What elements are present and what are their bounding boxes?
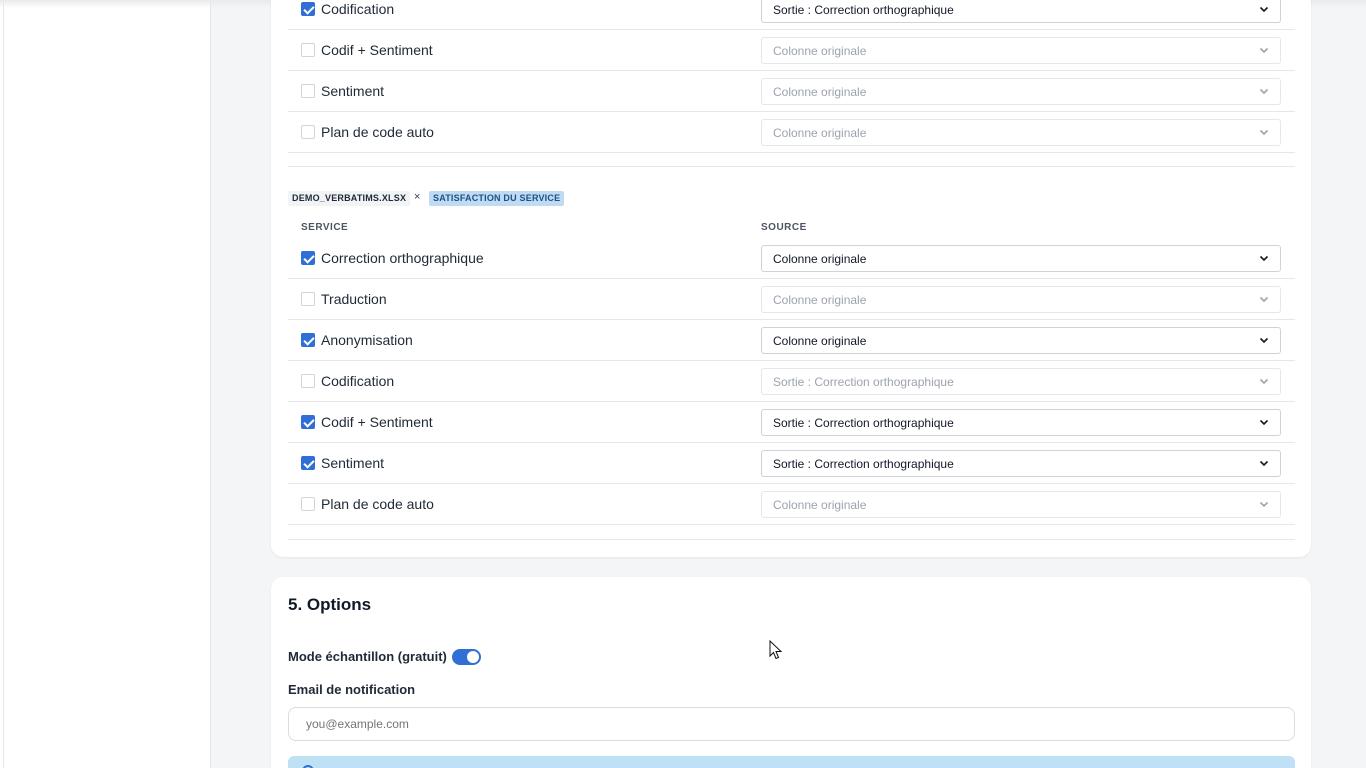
info-banner — [288, 756, 1295, 768]
mouse-cursor-icon — [769, 640, 783, 660]
service-label: Codification — [321, 1, 395, 17]
chevron-down-icon — [1259, 253, 1269, 263]
service-row: Sentiment Sortie : Correction orthographi… — [288, 443, 1295, 484]
service-checkbox[interactable] — [301, 251, 315, 265]
group-divider — [288, 166, 1295, 167]
service-row: Codification Sortie : Correction orthogra… — [288, 361, 1295, 402]
service-checkbox[interactable] — [301, 333, 315, 347]
service-row: Traduction Colonne originale — [288, 279, 1295, 320]
options-title: 5. Options — [288, 595, 372, 614]
sample-mode-toggle[interactable] — [452, 649, 481, 665]
source-select[interactable]: Colonne originale — [761, 119, 1281, 146]
chevron-down-icon — [1259, 45, 1269, 55]
service-row: Codification Sortie : Correction orthogra… — [288, 0, 1295, 30]
service-checkbox[interactable] — [301, 43, 315, 57]
service-label: Plan de code auto — [321, 124, 434, 140]
source-select[interactable]: Sortie : Correction orthographique — [761, 0, 1281, 23]
service-checkbox[interactable] — [301, 125, 315, 139]
source-select[interactable]: Colonne originale — [761, 245, 1281, 272]
service-checkbox[interactable] — [301, 456, 315, 470]
service-row: Plan de code auto Colonne originale — [288, 484, 1295, 525]
source-select-value: Colonne originale — [773, 252, 867, 266]
source-select-value: Colonne originale — [773, 498, 867, 512]
service-label: Correction orthographique — [321, 250, 484, 266]
source-select[interactable]: Colonne originale — [761, 327, 1281, 354]
chevron-down-icon — [1259, 499, 1269, 509]
source-select-value: Sortie : Correction orthographique — [773, 457, 954, 471]
service-label: Traduction — [321, 291, 387, 307]
service-row: Codif + Sentiment Colonne originale — [288, 30, 1295, 71]
chevron-down-icon — [1259, 458, 1269, 468]
service-label: Codification — [321, 373, 395, 389]
email-label: Email de notification — [288, 682, 416, 697]
service-checkbox[interactable] — [301, 84, 315, 98]
source-select-value: Colonne originale — [773, 85, 867, 99]
toggle-knob — [467, 651, 479, 663]
source-select-value: Colonne originale — [773, 126, 867, 140]
source-select-value: Colonne originale — [773, 44, 867, 58]
email-input[interactable] — [288, 707, 1295, 741]
source-select-value: Colonne originale — [773, 293, 867, 307]
service-checkbox[interactable] — [301, 2, 315, 16]
source-select[interactable]: Sortie : Correction orthographique — [761, 450, 1281, 477]
group-divider — [288, 539, 1295, 540]
service-row: Codif + Sentiment Sortie : Correction ort… — [288, 402, 1295, 443]
source-select-value: Sortie : Correction orthographique — [773, 375, 954, 389]
source-select[interactable]: Sortie : Correction orthographique — [761, 368, 1281, 395]
service-label: Anonymisation — [321, 332, 413, 348]
source-select[interactable]: Colonne originale — [761, 286, 1281, 313]
service-row: Plan de code auto Colonne originale — [288, 112, 1295, 153]
service-row: Anonymisation Colonne originale — [288, 320, 1295, 361]
service-checkbox[interactable] — [301, 292, 315, 306]
source-select-value: Sortie : Correction orthographique — [773, 416, 954, 430]
chevron-down-icon — [1259, 417, 1269, 427]
source-select-value: Colonne originale — [773, 334, 867, 348]
sample-mode-label: Mode échantillon (gratuit) — [288, 649, 447, 664]
service-checkbox[interactable] — [301, 497, 315, 511]
service-label: Codif + Sentiment — [321, 414, 433, 430]
chevron-down-icon — [1259, 4, 1269, 14]
left-sidebar — [0, 0, 211, 768]
source-select[interactable]: Colonne originale — [761, 491, 1281, 518]
service-label: Sentiment — [321, 83, 385, 99]
service-label: Sentiment — [321, 455, 385, 471]
source-select-value: Sortie : Correction orthographique — [773, 3, 954, 17]
source-column-header: SOURCE — [761, 222, 807, 233]
source-select[interactable]: Colonne originale — [761, 78, 1281, 105]
tag-separator: × — [414, 191, 421, 203]
column-tag: SATISFACTION DU SERVICE — [429, 191, 565, 206]
service-row: Correction orthographique Colonne origina… — [288, 238, 1295, 279]
source-select[interactable]: Colonne originale — [761, 37, 1281, 64]
service-row: Sentiment Colonne originale — [288, 71, 1295, 112]
chevron-down-icon — [1259, 335, 1269, 345]
chevron-down-icon — [1259, 376, 1269, 386]
service-column-header: SERVICE — [301, 222, 349, 233]
service-checkbox[interactable] — [301, 415, 315, 429]
service-label: Codif + Sentiment — [321, 42, 433, 58]
chevron-down-icon — [1259, 127, 1269, 137]
service-checkbox[interactable] — [301, 374, 315, 388]
service-label: Plan de code auto — [321, 496, 434, 512]
chevron-down-icon — [1259, 86, 1269, 96]
chevron-down-icon — [1259, 294, 1269, 304]
source-select[interactable]: Sortie : Correction orthographique — [761, 409, 1281, 436]
file-tag: DEMO_VERBATIMS.XLSX — [288, 191, 411, 206]
